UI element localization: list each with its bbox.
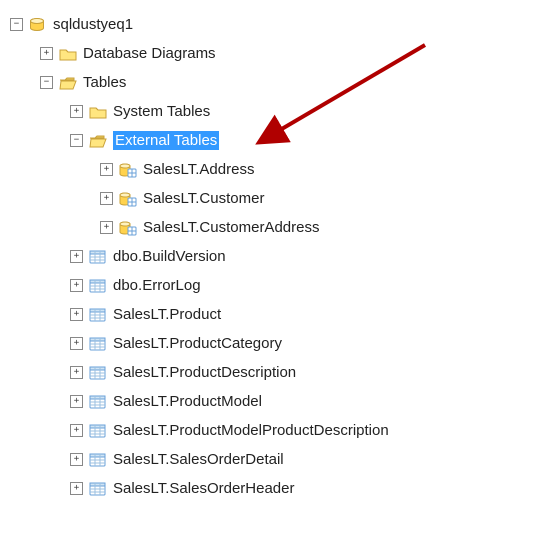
expand-icon[interactable]: + (100, 221, 113, 234)
tree-node-label: External Tables (113, 131, 219, 150)
tree-node[interactable]: + System Tables (70, 97, 549, 126)
tree-node[interactable]: − External Tables (70, 126, 549, 155)
tree-node-label: SalesLT.SalesOrderDetail (113, 451, 284, 468)
table-icon (89, 336, 107, 352)
table-icon (89, 423, 107, 439)
expand-icon[interactable]: + (70, 395, 83, 408)
expand-icon[interactable]: + (100, 192, 113, 205)
expand-icon[interactable]: + (70, 453, 83, 466)
tree-node-label: System Tables (113, 103, 210, 120)
table-icon (89, 249, 107, 265)
expand-icon[interactable]: + (70, 366, 83, 379)
tree-node[interactable]: + SalesLT.ProductCategory (70, 329, 549, 358)
tree-node[interactable]: + SalesLT.Product (70, 300, 549, 329)
table-icon (89, 307, 107, 323)
expand-icon[interactable]: + (70, 250, 83, 263)
tree-node-label: Tables (83, 74, 126, 91)
tree-node-label: SalesLT.ProductDescription (113, 364, 296, 381)
folder-icon (89, 104, 107, 120)
expand-icon[interactable]: + (70, 279, 83, 292)
tree-node[interactable]: + SalesLT.SalesOrderHeader (70, 474, 549, 503)
folder-icon (89, 133, 107, 149)
tree-node-label: SalesLT.CustomerAddress (143, 219, 319, 236)
tree-node-label: dbo.ErrorLog (113, 277, 201, 294)
tree-node-label: dbo.BuildVersion (113, 248, 226, 265)
tree-node[interactable]: + SalesLT.SalesOrderDetail (70, 445, 549, 474)
expand-icon[interactable]: + (40, 47, 53, 60)
tree-node[interactable]: + dbo.ErrorLog (70, 271, 549, 300)
database-icon (29, 17, 47, 33)
external-table-icon (119, 220, 137, 236)
table-icon (89, 452, 107, 468)
tree-node[interactable]: + Database Diagrams (40, 39, 549, 68)
expand-icon[interactable]: + (100, 163, 113, 176)
table-icon (89, 365, 107, 381)
tree-node-label: SalesLT.Product (113, 306, 221, 323)
external-table-icon (119, 191, 137, 207)
tree-node[interactable]: − sqldustyeq1 (10, 10, 549, 39)
collapse-icon[interactable]: − (70, 134, 83, 147)
expand-icon[interactable]: + (70, 424, 83, 437)
folder-icon (59, 75, 77, 91)
tree-node-label: SalesLT.ProductCategory (113, 335, 282, 352)
tree-node-label: SalesLT.SalesOrderHeader (113, 480, 294, 497)
tree-node[interactable]: + SalesLT.CustomerAddress (100, 213, 549, 242)
expand-icon[interactable]: + (70, 105, 83, 118)
tree-node-label: SalesLT.Address (143, 161, 254, 178)
expand-icon[interactable]: + (70, 337, 83, 350)
tree-node-label: Database Diagrams (83, 45, 216, 62)
tree-node[interactable]: + SalesLT.ProductModelProductDescription (70, 416, 549, 445)
table-icon (89, 278, 107, 294)
tree-node-label: sqldustyeq1 (53, 16, 133, 33)
folder-icon (59, 46, 77, 62)
tree-node[interactable]: + dbo.BuildVersion (70, 242, 549, 271)
tree-node[interactable]: − Tables (40, 68, 549, 97)
collapse-icon[interactable]: − (40, 76, 53, 89)
collapse-icon[interactable]: − (10, 18, 23, 31)
tree-node-label: SalesLT.ProductModel (113, 393, 262, 410)
expand-icon[interactable]: + (70, 308, 83, 321)
external-table-icon (119, 162, 137, 178)
tree-node[interactable]: + SalesLT.ProductModel (70, 387, 549, 416)
tree-node-label: SalesLT.Customer (143, 190, 264, 207)
tree-node-label: SalesLT.ProductModelProductDescription (113, 422, 389, 439)
tree-node[interactable]: + SalesLT.Address (100, 155, 549, 184)
tree-node[interactable]: + SalesLT.ProductDescription (70, 358, 549, 387)
table-icon (89, 394, 107, 410)
table-icon (89, 481, 107, 497)
expand-icon[interactable]: + (70, 482, 83, 495)
tree-node[interactable]: + SalesLT.Customer (100, 184, 549, 213)
